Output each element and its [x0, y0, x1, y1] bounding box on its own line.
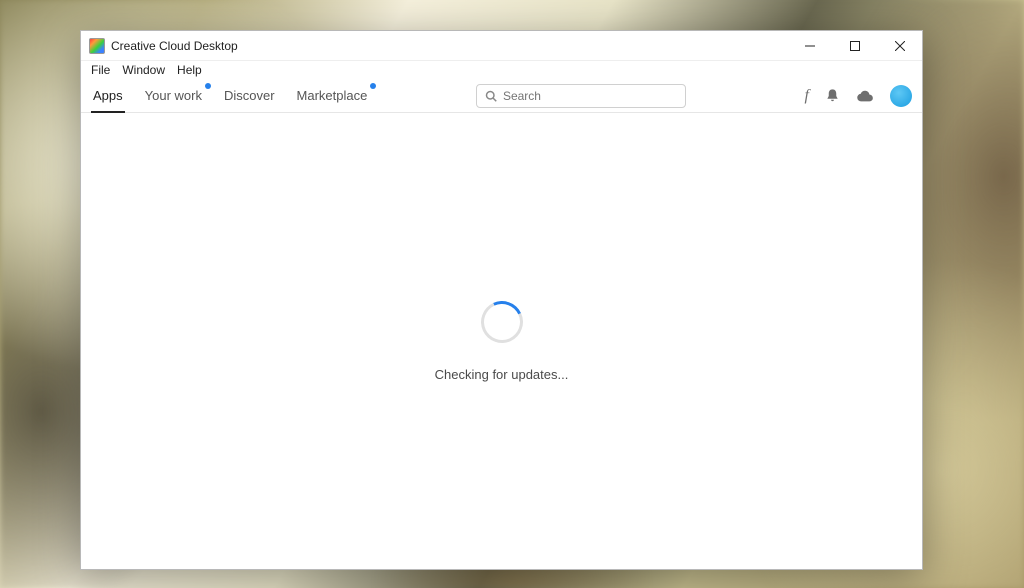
tab-label: Marketplace	[297, 88, 368, 103]
tab-your-work[interactable]: Your work	[143, 79, 204, 112]
notification-dot-icon	[205, 83, 211, 89]
tab-discover[interactable]: Discover	[222, 79, 277, 112]
notifications-button[interactable]	[825, 88, 840, 103]
search-icon	[485, 90, 497, 102]
notification-dot-icon	[370, 83, 376, 89]
maximize-icon	[850, 41, 860, 51]
tab-label: Discover	[224, 88, 275, 103]
user-avatar[interactable]	[890, 85, 912, 107]
tab-apps[interactable]: Apps	[91, 79, 125, 112]
menu-help[interactable]: Help	[177, 63, 202, 77]
app-icon	[89, 38, 105, 54]
fonts-icon[interactable]: f	[805, 87, 809, 105]
window-title: Creative Cloud Desktop	[111, 39, 238, 53]
titlebar: Creative Cloud Desktop	[81, 31, 922, 61]
close-button[interactable]	[877, 31, 922, 61]
cloud-sync-button[interactable]	[856, 89, 874, 103]
bell-icon	[825, 88, 840, 103]
app-window: Creative Cloud Desktop File Window Help …	[80, 30, 923, 570]
menubar: File Window Help	[81, 61, 922, 79]
tabs: Apps Your work Discover Marketplace	[91, 79, 369, 112]
tab-label: Apps	[93, 88, 123, 103]
maximize-button[interactable]	[832, 31, 877, 61]
cloud-icon	[856, 89, 874, 103]
search-box[interactable]	[476, 84, 686, 108]
menu-window[interactable]: Window	[122, 63, 165, 77]
menu-file[interactable]: File	[91, 63, 110, 77]
tab-label: Your work	[145, 88, 202, 103]
loading-status-text: Checking for updates...	[435, 367, 569, 382]
content-area: Checking for updates...	[81, 113, 922, 569]
loading-spinner-icon	[475, 295, 529, 349]
search-input[interactable]	[503, 89, 677, 103]
tab-marketplace[interactable]: Marketplace	[295, 79, 370, 112]
minimize-icon	[805, 41, 815, 51]
close-icon	[895, 41, 905, 51]
header-actions: f	[805, 85, 912, 107]
minimize-button[interactable]	[787, 31, 832, 61]
toolbar: Apps Your work Discover Marketplace f	[81, 79, 922, 113]
